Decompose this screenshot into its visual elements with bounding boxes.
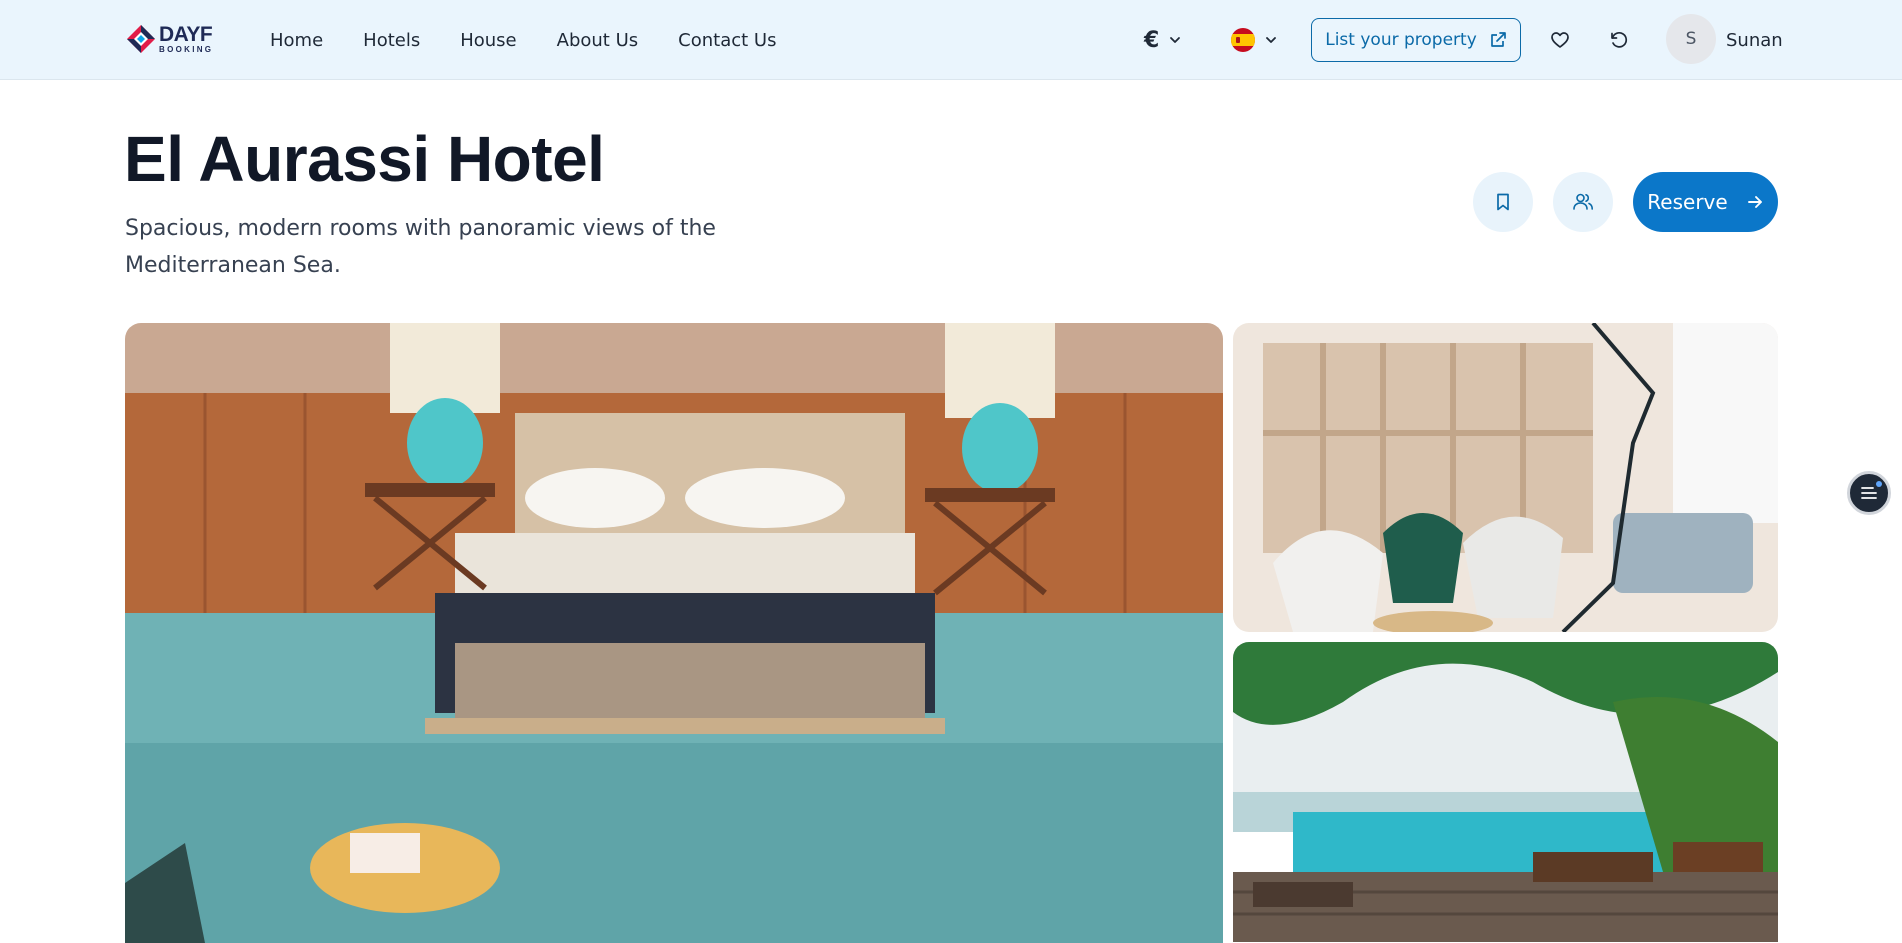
logo-mark-icon	[127, 25, 155, 53]
nav-about-us[interactable]: About Us	[557, 30, 639, 51]
history-button[interactable]	[1605, 26, 1633, 54]
nav-contact-us[interactable]: Contact Us	[678, 30, 776, 51]
reserve-label: Reserve	[1647, 190, 1728, 214]
heart-icon	[1551, 32, 1569, 48]
gallery-main-photo[interactable]	[125, 323, 1223, 943]
chevron-down-icon	[1266, 37, 1276, 43]
users-icon	[1573, 193, 1593, 210]
hotel-description: Spacious, modern rooms with panoramic vi…	[125, 216, 716, 278]
reserve-button[interactable]: Reserve	[1633, 172, 1778, 232]
brand-tagline: BOOKING	[159, 45, 214, 54]
hotel-bedroom-photo	[125, 323, 1223, 943]
user-avatar[interactable]: S	[1666, 14, 1716, 64]
nav-house[interactable]: House	[460, 30, 516, 51]
brand-name: DAYF	[159, 23, 213, 46]
lounge-area-photo	[1233, 323, 1778, 632]
arrow-right-icon	[1747, 196, 1762, 208]
notification-dot	[1876, 481, 1882, 487]
gallery-top-photo[interactable]	[1233, 323, 1778, 632]
nav-home[interactable]: Home	[270, 30, 323, 51]
main-nav: Home Hotels House About Us Contact Us	[270, 0, 816, 80]
favorites-button[interactable]	[1546, 26, 1574, 54]
guests-button[interactable]	[1553, 172, 1613, 232]
language-selector[interactable]	[1231, 0, 1277, 80]
chevron-down-icon	[1170, 37, 1181, 43]
history-icon	[1611, 32, 1628, 48]
top-navbar: DAYF BOOKING Home Hotels House About Us …	[0, 0, 1902, 80]
external-link-icon	[1490, 32, 1506, 47]
list-property-button[interactable]: List your property	[1311, 18, 1521, 62]
pool-beach-photo	[1233, 642, 1778, 942]
brand-logo[interactable]: DAYF BOOKING	[126, 23, 230, 55]
currency-symbol: €	[1144, 27, 1160, 53]
hotel-title: El Aurassi Hotel	[124, 123, 605, 195]
list-property-label: List your property	[1325, 30, 1477, 50]
menu-icon	[1861, 487, 1877, 499]
user-name[interactable]: Sunan	[1726, 0, 1783, 80]
currency-selector[interactable]: €	[1144, 0, 1181, 80]
spain-flag-icon	[1231, 28, 1255, 52]
nav-hotels[interactable]: Hotels	[363, 30, 420, 51]
floating-menu-button[interactable]	[1847, 471, 1891, 515]
avatar-initial: S	[1685, 29, 1697, 49]
bookmark-icon	[1497, 193, 1509, 211]
save-button[interactable]	[1473, 172, 1533, 232]
gallery-bottom-photo[interactable]	[1233, 642, 1778, 942]
